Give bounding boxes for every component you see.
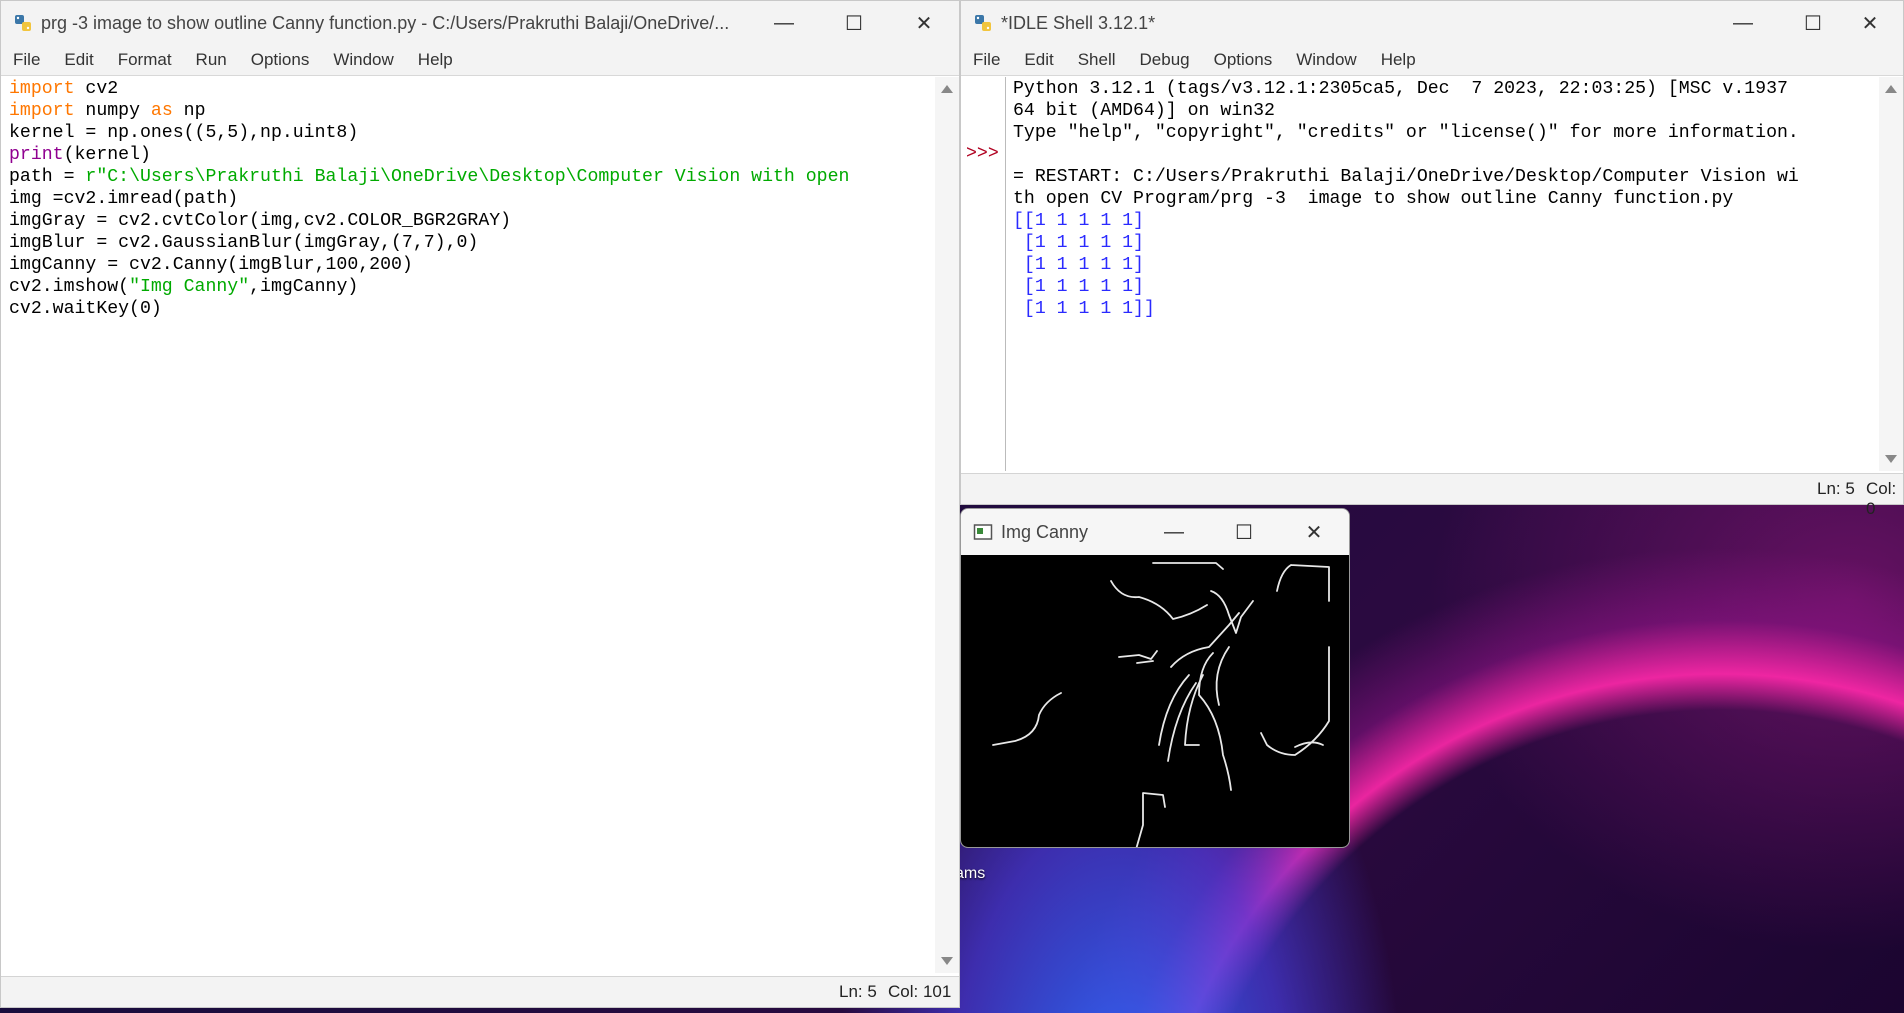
code-line[interactable]: import numpy as np <box>9 100 929 122</box>
img-canny-titlebar[interactable]: Img Canny — ☐ ✕ <box>961 509 1349 555</box>
shell-output-area[interactable]: Python 3.12.1 (tags/v3.12.1:2305ca5, Dec… <box>1013 78 1879 468</box>
img-minimize-button[interactable]: — <box>1139 509 1209 555</box>
menu-run[interactable]: Run <box>184 50 239 70</box>
shell-line: 64 bit (AMD64)] on win32 <box>1013 101 1275 121</box>
shell-line: Python 3.12.1 (tags/v3.12.1:2305ca5, Dec… <box>1013 79 1788 99</box>
editor-title: prg -3 image to show outline Canny funct… <box>41 12 730 33</box>
img-close-button[interactable]: ✕ <box>1279 509 1349 555</box>
canny-edge-image <box>961 555 1349 847</box>
menu-help[interactable]: Help <box>406 50 465 70</box>
menu-options[interactable]: Options <box>239 50 322 70</box>
shell-line: [1 1 1 1 1] <box>1013 277 1144 297</box>
python-icon <box>975 15 991 31</box>
code-token: import <box>9 79 75 99</box>
code-token: import <box>9 101 75 121</box>
code-token: kernel = np.ones((5,5),np.uint8) <box>9 123 359 143</box>
code-line[interactable]: cv2.waitKey(0) <box>9 298 929 320</box>
col-indicator: Col: 101 <box>888 982 952 1001</box>
editor-minimize-button[interactable]: — <box>749 1 819 45</box>
scroll-up-arrow[interactable] <box>941 85 953 93</box>
menu-debug[interactable]: Debug <box>1128 50 1202 70</box>
editor-code-area[interactable]: import cv2 import numpy as np kernel = np.… <box>9 78 929 968</box>
shell-prompt: >>> <box>966 144 999 164</box>
code-line[interactable]: imgBlur = cv2.GaussianBlur(imgGray,(7,7)… <box>9 232 929 254</box>
shell-line: [1 1 1 1 1]] <box>1013 299 1155 319</box>
scroll-down-arrow[interactable] <box>941 957 953 965</box>
shell-gutter: >>> <box>961 77 1006 471</box>
code-line[interactable]: img =cv2.imread(path) <box>9 188 929 210</box>
shell-line: [1 1 1 1 1] <box>1013 233 1144 253</box>
code-token: ,imgCanny) <box>249 277 359 297</box>
shell-statusbar: Ln: 5 Col: 0 <box>961 473 1903 518</box>
menu-help[interactable]: Help <box>1369 50 1428 70</box>
python-icon <box>15 15 31 31</box>
menu-window[interactable]: Window <box>321 50 405 70</box>
shell-line: th open CV Program/prg -3 image to show … <box>1013 189 1734 209</box>
code-token: path = <box>9 167 86 187</box>
menu-window[interactable]: Window <box>1284 50 1368 70</box>
shell-line: [[1 1 1 1 1] <box>1013 211 1144 231</box>
code-line[interactable]: print(kernel) <box>9 144 929 166</box>
code-token: r"C:\Users\Prakruthi Balaji\OneDrive\Des… <box>85 167 850 187</box>
img-maximize-button[interactable]: ☐ <box>1209 509 1279 555</box>
code-token: cv2.waitKey(0) <box>9 299 162 319</box>
code-token: "Img Canny" <box>129 277 250 297</box>
code-token: cv2 <box>74 79 119 99</box>
window-app-icon <box>973 524 993 540</box>
shell-line: = RESTART: C:/Users/Prakruthi Balaji/One… <box>1013 167 1799 187</box>
code-line[interactable]: import cv2 <box>9 78 929 100</box>
line-indicator: Ln: 5 <box>1817 479 1855 498</box>
shell-window: *IDLE Shell 3.12.1* — ☐ ✕ File Edit Shel… <box>960 0 1904 518</box>
code-token: as <box>150 101 173 121</box>
shell-menubar: File Edit Shell Debug Options Window Hel… <box>961 45 1903 76</box>
menu-edit[interactable]: Edit <box>1012 50 1065 70</box>
code-line[interactable]: imgGray = cv2.cvtColor(img,cv2.COLOR_BGR… <box>9 210 929 232</box>
shell-scrollbar[interactable] <box>1879 77 1903 471</box>
editor-window: prg -3 image to show outline Canny funct… <box>0 0 960 1008</box>
line-indicator: Ln: 5 <box>839 982 877 1001</box>
code-token: np <box>172 101 206 121</box>
shell-titlebar[interactable]: *IDLE Shell 3.12.1* — ☐ ✕ <box>961 1 1903 45</box>
shell-title: *IDLE Shell 3.12.1* <box>1001 12 1156 33</box>
scroll-up-arrow[interactable] <box>1885 85 1897 93</box>
menu-file[interactable]: File <box>1 50 52 70</box>
code-line[interactable]: cv2.imshow("Img Canny",imgCanny) <box>9 276 929 298</box>
shell-line: Type "help", "copyright", "credits" or "… <box>1013 123 1799 143</box>
code-line[interactable]: kernel = np.ones((5,5),np.uint8) <box>9 122 929 144</box>
img-canny-window: Img Canny — ☐ ✕ <box>960 508 1350 848</box>
shell-line: [1 1 1 1 1] <box>1013 255 1144 275</box>
scroll-down-arrow[interactable] <box>1885 455 1897 463</box>
editor-statusbar: Ln: 5 Col: 101 <box>1 976 959 1007</box>
menu-options[interactable]: Options <box>1202 50 1285 70</box>
menu-format[interactable]: Format <box>106 50 184 70</box>
code-token: (kernel) <box>63 145 151 165</box>
editor-menubar: File Edit Format Run Options Window Help <box>1 45 959 76</box>
code-token: numpy <box>74 101 151 121</box>
code-token: imgGray = cv2.cvtColor(img,cv2.COLOR_BGR… <box>9 211 512 231</box>
menu-edit[interactable]: Edit <box>52 50 105 70</box>
col-indicator: Col: 0 <box>1866 479 1897 518</box>
img-canny-title: Img Canny <box>1001 521 1089 542</box>
editor-close-button[interactable]: ✕ <box>889 1 959 45</box>
menu-file[interactable]: File <box>961 50 1012 70</box>
editor-titlebar[interactable]: prg -3 image to show outline Canny funct… <box>1 1 959 45</box>
shell-close-button[interactable]: ✕ <box>1835 1 1904 45</box>
shell-minimize-button[interactable]: — <box>1708 1 1778 45</box>
code-token: imgBlur = cv2.GaussianBlur(imgGray,(7,7)… <box>9 233 479 253</box>
code-token: img =cv2.imread(path) <box>9 189 239 209</box>
code-token: imgCanny = cv2.Canny(imgBlur,100,200) <box>9 255 413 275</box>
code-token: print <box>9 145 64 165</box>
menu-shell[interactable]: Shell <box>1066 50 1128 70</box>
code-line[interactable]: path = r"C:\Users\Prakruthi Balaji\OneDr… <box>9 166 929 188</box>
code-line[interactable]: imgCanny = cv2.Canny(imgBlur,100,200) <box>9 254 929 276</box>
editor-scrollbar[interactable] <box>935 77 959 973</box>
editor-maximize-button[interactable]: ☐ <box>819 1 889 45</box>
code-token: cv2.imshow( <box>9 277 130 297</box>
